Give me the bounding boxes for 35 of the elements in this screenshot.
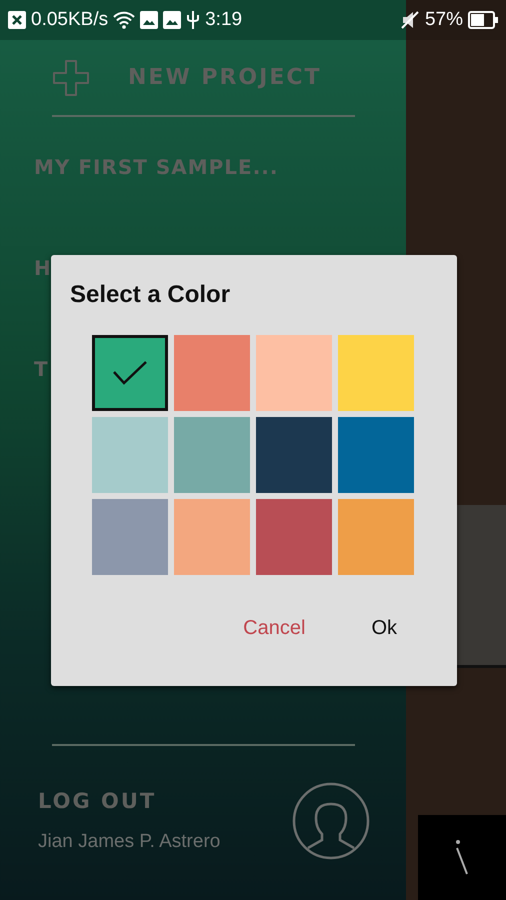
wifi-icon [113, 11, 136, 29]
mute-icon [400, 10, 420, 30]
battery-percent: 57% [424, 9, 463, 31]
avatar-icon [292, 782, 370, 860]
color-swatch[interactable] [256, 499, 332, 575]
color-swatch[interactable] [256, 335, 332, 411]
notification-icon [8, 11, 26, 29]
dialog-title: Select a Color [70, 281, 232, 309]
battery-icon [468, 11, 498, 29]
color-swatch[interactable] [338, 417, 414, 493]
clock: 3:19 [205, 9, 242, 31]
color-swatch[interactable] [174, 417, 250, 493]
cancel-button[interactable]: Cancel [235, 613, 314, 644]
network-speed: 0.05KB/s [31, 9, 108, 31]
project-item[interactable]: T [34, 357, 49, 381]
color-swatch[interactable] [92, 335, 168, 411]
image-icon [140, 11, 158, 29]
color-swatch[interactable] [92, 499, 168, 575]
project-item[interactable]: MY FIRST SAMPLE... [34, 155, 279, 179]
color-swatch[interactable] [174, 499, 250, 575]
color-swatch[interactable] [174, 335, 250, 411]
new-project-label[interactable]: NEW PROJECT [128, 65, 322, 90]
color-swatch[interactable] [338, 499, 414, 575]
usb-icon [186, 10, 200, 30]
project-item[interactable]: H [34, 256, 52, 280]
ok-button[interactable]: Ok [363, 613, 405, 644]
user-name: Jian James P. Astrero [38, 831, 220, 853]
logout-link[interactable]: LOG OUT [38, 789, 220, 813]
color-swatch[interactable] [256, 417, 332, 493]
plus-icon[interactable] [52, 58, 90, 96]
color-swatch[interactable] [338, 335, 414, 411]
color-swatch[interactable] [92, 417, 168, 493]
image-icon [163, 11, 182, 29]
slash-icon [456, 840, 468, 876]
check-icon [112, 360, 148, 386]
